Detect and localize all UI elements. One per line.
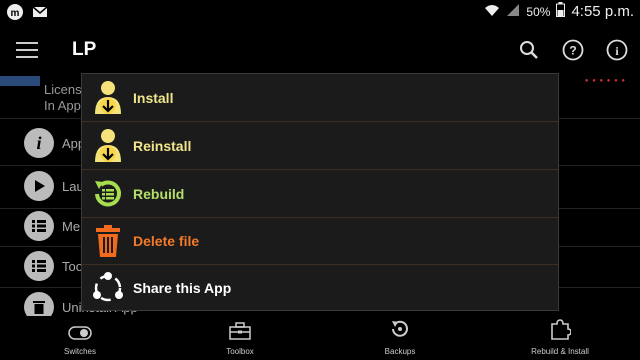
share-icon bbox=[90, 270, 126, 306]
menu-item-rebuild[interactable]: Rebuild bbox=[82, 170, 558, 218]
battery-percent: 50% bbox=[526, 4, 551, 19]
svg-text:m: m bbox=[11, 8, 20, 19]
svg-text:?: ? bbox=[569, 44, 576, 58]
license-text: Licens In App bbox=[44, 82, 82, 113]
wifi-icon bbox=[484, 3, 500, 21]
play-icon bbox=[24, 171, 54, 201]
list-item-tools[interactable]: Too bbox=[24, 251, 83, 281]
list-item-label: Me bbox=[62, 218, 81, 234]
puzzle-icon bbox=[549, 316, 571, 340]
menu-item-install[interactable]: Install bbox=[82, 74, 558, 122]
menu-item-label: Rebuild bbox=[133, 185, 185, 202]
bottom-navigation: Switches Toolbox Backups Rebuild & Insta… bbox=[0, 316, 640, 360]
nav-label: Toolbox bbox=[226, 347, 254, 356]
toolbox-icon bbox=[229, 316, 251, 340]
info-icon[interactable]: i bbox=[604, 37, 630, 63]
menu-item-label: Reinstall bbox=[133, 137, 192, 154]
menu-item-label: Install bbox=[133, 89, 174, 106]
signal-icon bbox=[506, 3, 520, 21]
list-item-app-info[interactable]: i App bbox=[24, 128, 85, 158]
app-thumbnail bbox=[0, 76, 40, 86]
svg-text:i: i bbox=[615, 44, 619, 58]
rebuild-icon bbox=[90, 176, 126, 212]
info-icon: i bbox=[24, 128, 54, 158]
nav-label: Rebuild & Install bbox=[531, 347, 589, 356]
app-bar: LP ? i bbox=[0, 24, 640, 76]
status-bar: m 50% 4:55 p.m. bbox=[0, 0, 640, 24]
nav-toolbox[interactable]: Toolbox bbox=[190, 316, 290, 360]
menu-item-delete-file[interactable]: Delete file bbox=[82, 217, 558, 265]
menu-icon[interactable] bbox=[16, 42, 38, 58]
context-menu: Install Reinstall Rebuild Delete file Sh… bbox=[81, 73, 559, 311]
menu-item-label: Delete file bbox=[133, 232, 200, 249]
list-item-launch[interactable]: Lau bbox=[24, 171, 84, 201]
page-title: LP bbox=[72, 39, 97, 60]
nav-rebuild-install[interactable]: Rebuild & Install bbox=[510, 316, 610, 360]
list-icon bbox=[24, 251, 54, 281]
battery-icon bbox=[556, 2, 566, 21]
search-icon[interactable] bbox=[516, 37, 542, 63]
reinstall-user-icon bbox=[90, 128, 126, 164]
help-icon[interactable]: ? bbox=[560, 37, 586, 63]
install-user-icon bbox=[90, 80, 126, 116]
nav-label: Backups bbox=[384, 347, 416, 356]
status-dots: ● ● ● ● ● ● bbox=[584, 78, 626, 84]
list-icon bbox=[24, 211, 54, 241]
backup-restore-icon bbox=[389, 316, 411, 340]
nav-switches[interactable]: Switches bbox=[30, 316, 130, 360]
menu-item-share-app[interactable]: Share this App bbox=[82, 264, 558, 311]
app-notification-icon: m bbox=[6, 3, 24, 26]
mail-icon bbox=[32, 5, 48, 24]
clock: 4:55 p.m. bbox=[571, 3, 634, 20]
menu-item-label: Share this App bbox=[133, 279, 232, 296]
list-item-label: Too bbox=[62, 258, 83, 274]
nav-backups[interactable]: Backups bbox=[350, 316, 450, 360]
trash-icon bbox=[90, 223, 126, 259]
toggle-icon bbox=[68, 316, 92, 340]
menu-item-reinstall[interactable]: Reinstall bbox=[82, 122, 558, 170]
list-item-menu[interactable]: Me bbox=[24, 211, 80, 241]
nav-label: Switches bbox=[63, 347, 96, 356]
